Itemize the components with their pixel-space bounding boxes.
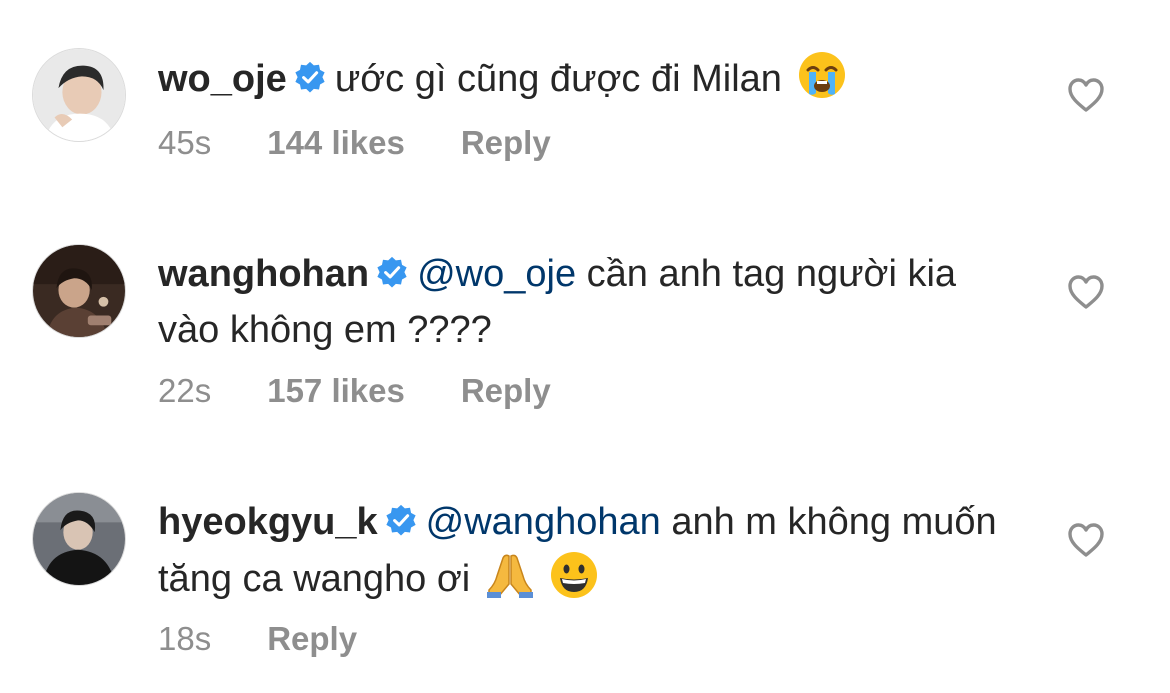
like-heart-icon[interactable] xyxy=(1066,273,1106,311)
comment-username[interactable]: wo_oje xyxy=(158,58,287,100)
mention-link[interactable]: @wanghohan xyxy=(426,501,661,543)
comment-time: 45s xyxy=(158,124,212,161)
verified-badge-icon xyxy=(384,504,418,538)
comment-meta: 45s 144 likes Reply xyxy=(158,124,607,162)
avatar[interactable] xyxy=(32,244,126,338)
comment-time: 22s xyxy=(158,372,212,409)
reply-button[interactable]: Reply xyxy=(461,124,551,162)
comment-text-line: wanghohan @wo_oje cần anh tag người kia v… xyxy=(158,246,1018,358)
comment-message: ước gì cũng được đi Milan xyxy=(334,58,782,100)
comment-body: hyeokgyu_k @wanghohan anh m không muốn tă… xyxy=(158,494,1018,607)
verified-badge-icon xyxy=(375,256,409,290)
comment-body: wo_oje ước gì cũng được đi Milan xyxy=(158,50,1018,107)
comment-username[interactable]: wanghohan xyxy=(158,253,369,295)
grinning-face-icon xyxy=(549,550,599,600)
comment-text-line: hyeokgyu_k @wanghohan anh m không muốn tă… xyxy=(158,494,1018,607)
comment-username[interactable]: hyeokgyu_k xyxy=(158,501,378,543)
folded-hands-icon xyxy=(485,550,535,600)
reply-button[interactable]: Reply xyxy=(461,372,551,410)
comment-body: wanghohan @wo_oje cần anh tag người kia v… xyxy=(158,246,1018,358)
avatar[interactable] xyxy=(32,48,126,142)
mention-link[interactable]: @wo_oje xyxy=(417,253,576,295)
reply-button[interactable]: Reply xyxy=(267,620,357,658)
comment-likes[interactable]: 144 likes xyxy=(267,124,405,162)
like-heart-icon[interactable] xyxy=(1066,521,1106,559)
like-heart-icon[interactable] xyxy=(1066,76,1106,114)
avatar[interactable] xyxy=(32,492,126,586)
comment-meta: 22s 157 likes Reply xyxy=(158,372,607,410)
loudly-crying-face-icon xyxy=(797,50,847,100)
verified-badge-icon xyxy=(293,61,327,95)
comment-text-line: wo_oje ước gì cũng được đi Milan xyxy=(158,50,1018,107)
comment-meta: 18s Reply xyxy=(158,620,413,658)
comment-likes[interactable]: 157 likes xyxy=(267,372,405,410)
comment-time: 18s xyxy=(158,620,212,657)
